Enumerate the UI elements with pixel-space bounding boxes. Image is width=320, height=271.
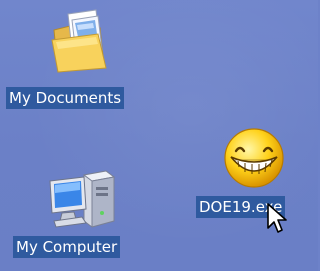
- desktop-icon-doe19-exe[interactable]: DOE19.exe: [190, 125, 318, 235]
- desktop-icon-my-documents[interactable]: My Documents: [0, 0, 160, 120]
- folder-documents-icon: [51, 9, 107, 73]
- desktop-icon-label: My Computer: [13, 236, 121, 258]
- desktop-icon-label: DOE19.exe: [196, 196, 286, 218]
- desktop-icon-my-computer[interactable]: My Computer: [0, 160, 160, 270]
- desktop-icon-label: My Documents: [6, 87, 125, 109]
- smiley-face-icon: [224, 128, 284, 188]
- desktop[interactable]: My Documents My Computer DOE19.exe: [0, 0, 318, 271]
- computer-icon: [49, 170, 116, 228]
